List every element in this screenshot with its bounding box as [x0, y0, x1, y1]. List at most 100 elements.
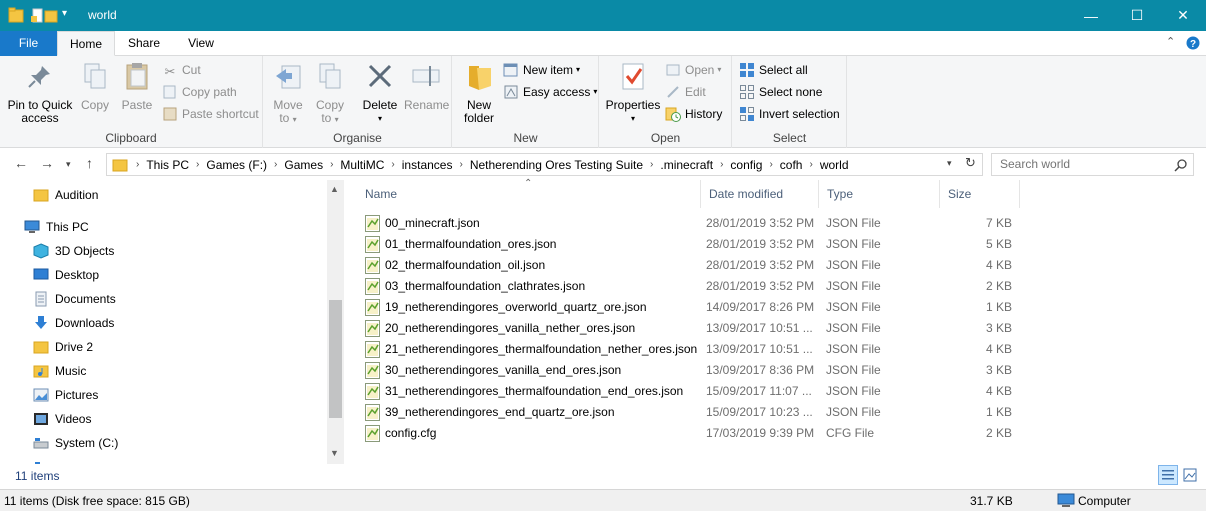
breadcrumb-item[interactable]: cofh — [776, 158, 807, 172]
file-row[interactable]: 19_netherendingores_overworld_quartz_ore… — [357, 297, 1037, 318]
column-header-size[interactable]: Size — [940, 180, 1020, 208]
easy-access-button[interactable]: Easy access ▾ — [503, 82, 597, 102]
breadcrumb-separator-icon[interactable]: › — [456, 159, 465, 170]
up-arrow-icon[interactable]: ↑ — [86, 155, 93, 171]
cut-button[interactable]: ✂ Cut — [162, 60, 201, 80]
new-item-button[interactable]: New item ▾ — [503, 60, 580, 80]
properties-icon[interactable] — [30, 7, 44, 24]
new-folder-quick-icon[interactable] — [44, 7, 58, 24]
scroll-up-icon[interactable]: ▲ — [330, 184, 339, 194]
nav-item[interactable]: Desktop — [33, 264, 99, 286]
breadcrumb-item[interactable]: .minecraft — [656, 158, 717, 172]
breadcrumb: › This PC › Games (F:) › Games › MultiMC › instan… — [133, 154, 853, 175]
recent-locations-chevron-icon[interactable]: ▾ — [66, 159, 71, 170]
move-to-button[interactable]: Move to ▾ — [270, 60, 306, 126]
nav-item[interactable]: Documents — [33, 288, 116, 310]
breadcrumb-separator-icon[interactable]: › — [806, 159, 815, 170]
nav-item[interactable]: Music — [33, 360, 86, 382]
select-all-button[interactable]: Select all — [739, 60, 808, 80]
history-icon — [665, 107, 681, 122]
tab-home[interactable]: Home — [57, 31, 115, 56]
file-row[interactable]: 20_netherendingores_vanilla_nether_ores.… — [357, 318, 1037, 339]
select-group: Select all Select none Invert selection … — [733, 56, 847, 148]
scroll-down-icon[interactable]: ▼ — [330, 448, 339, 458]
paste-button[interactable]: Paste — [117, 60, 157, 112]
pin-to-quick-access-button[interactable]: Pin to Quick access — [6, 60, 74, 125]
forward-arrow-icon[interactable]: → — [40, 155, 54, 171]
file-row[interactable]: 01_thermalfoundation_ores.json 28/01/2019… — [357, 234, 1037, 255]
nav-item[interactable]: 3D Objects — [33, 240, 114, 262]
breadcrumb-separator-icon[interactable]: › — [647, 159, 656, 170]
pictures-icon — [33, 388, 49, 402]
file-row[interactable]: 03_thermalfoundation_clathrates.json 28/0… — [357, 276, 1037, 297]
nav-item[interactable]: Videos — [33, 408, 91, 430]
nav-item[interactable]: Drive 2 — [33, 336, 93, 358]
breadcrumb-item[interactable]: Netherending Ores Testing Suite — [466, 158, 647, 172]
properties-button[interactable]: Properties ▾ — [604, 60, 662, 125]
breadcrumb-item[interactable]: Games — [280, 158, 327, 172]
breadcrumb-item[interactable]: instances — [398, 158, 457, 172]
breadcrumb-separator-icon[interactable]: › — [193, 159, 202, 170]
minimize-ribbon-icon[interactable]: ⌃ — [1166, 35, 1175, 48]
refresh-icon[interactable]: ↻ — [965, 155, 976, 171]
copy-button[interactable]: Copy — [76, 60, 114, 112]
back-arrow-icon[interactable]: ← — [14, 155, 28, 171]
large-icons-view-button[interactable] — [1180, 465, 1200, 485]
breadcrumb-item[interactable]: MultiMC — [336, 158, 388, 172]
nav-item[interactable]: Audition — [33, 184, 98, 206]
history-button[interactable]: History — [665, 104, 722, 124]
nav-item[interactable]: Downloads — [33, 312, 114, 334]
tab-file[interactable]: File — [0, 31, 57, 56]
file-row[interactable]: config.cfg 17/03/2019 9:39 PM CFG File 2 KB — [357, 423, 1037, 444]
maximize-button[interactable]: ☐ — [1114, 0, 1160, 31]
paste-shortcut-button[interactable]: Paste shortcut — [162, 104, 259, 124]
file-row[interactable]: 30_netherendingores_vanilla_end_ores.jso… — [357, 360, 1037, 381]
column-header-date[interactable]: Date modified — [701, 180, 819, 208]
breadcrumb-separator-icon[interactable]: › — [327, 159, 336, 170]
nav-item[interactable]: Pictures — [33, 384, 98, 406]
file-row[interactable]: 00_minecraft.json 28/01/2019 3:52 PM JSON … — [357, 213, 1037, 234]
nav-pane-scrollbar[interactable]: ▲ ▼ — [327, 180, 344, 464]
file-row[interactable]: 31_netherendingores_thermalfoundation_en… — [357, 381, 1037, 402]
file-row[interactable]: 21_netherendingores_thermalfoundation_ne… — [357, 339, 1037, 360]
delete-button[interactable]: Delete ▾ — [360, 60, 400, 125]
nav-item[interactable]: System (C:) — [33, 432, 118, 454]
customize-quick-access-icon[interactable]: ▾ — [62, 8, 67, 25]
tab-share[interactable]: Share — [118, 31, 170, 56]
breadcrumb-item[interactable]: config — [726, 158, 766, 172]
breadcrumb-item[interactable]: This PC — [142, 158, 193, 172]
column-header-type[interactable]: Type — [819, 180, 940, 208]
file-row[interactable]: 39_netherendingores_end_quartz_ore.json 1… — [357, 402, 1037, 423]
file-row[interactable]: 02_thermalfoundation_oil.json 28/01/2019 … — [357, 255, 1037, 276]
copy-path-button[interactable]: Copy path — [162, 82, 237, 102]
breadcrumb-separator-icon[interactable]: › — [717, 159, 726, 170]
new-folder-button[interactable]: New folder — [459, 60, 499, 125]
tab-view[interactable]: View — [175, 31, 227, 56]
address-dropdown-icon[interactable]: ▾ — [947, 158, 952, 169]
edit-button[interactable]: Edit — [665, 82, 706, 102]
search-input[interactable] — [1000, 157, 1170, 171]
nav-item-partial[interactable] — [33, 456, 55, 464]
help-icon[interactable]: ? — [1186, 36, 1200, 50]
rename-button[interactable]: Rename — [404, 60, 449, 112]
invert-selection-button[interactable]: Invert selection — [739, 104, 840, 124]
search-box[interactable] — [991, 153, 1194, 176]
breadcrumb-separator-icon[interactable]: › — [766, 159, 775, 170]
open-button[interactable]: Open ▾ — [665, 60, 721, 80]
address-bar[interactable]: › This PC › Games (F:) › Games › MultiMC › instan… — [106, 153, 983, 176]
details-view-button[interactable] — [1158, 465, 1178, 485]
minimize-button[interactable]: — — [1068, 0, 1114, 31]
breadcrumb-separator-icon[interactable]: › — [133, 159, 142, 170]
copy-path-label: Copy path — [182, 85, 237, 99]
column-header-name[interactable]: Name — [357, 180, 701, 208]
scrollbar-thumb[interactable] — [329, 300, 342, 418]
breadcrumb-separator-icon[interactable]: › — [388, 159, 397, 170]
copy-to-button[interactable]: Copy to ▾ — [312, 60, 348, 126]
select-none-button[interactable]: Select none — [739, 82, 822, 102]
nav-item[interactable]: This PC — [24, 216, 89, 238]
breadcrumb-separator-icon[interactable]: › — [271, 159, 280, 170]
close-button[interactable]: ✕ — [1160, 0, 1206, 31]
breadcrumb-item[interactable]: world — [816, 158, 853, 172]
breadcrumb-item[interactable]: Games (F:) — [202, 158, 271, 172]
file-size: 3 KB — [985, 363, 1012, 377]
